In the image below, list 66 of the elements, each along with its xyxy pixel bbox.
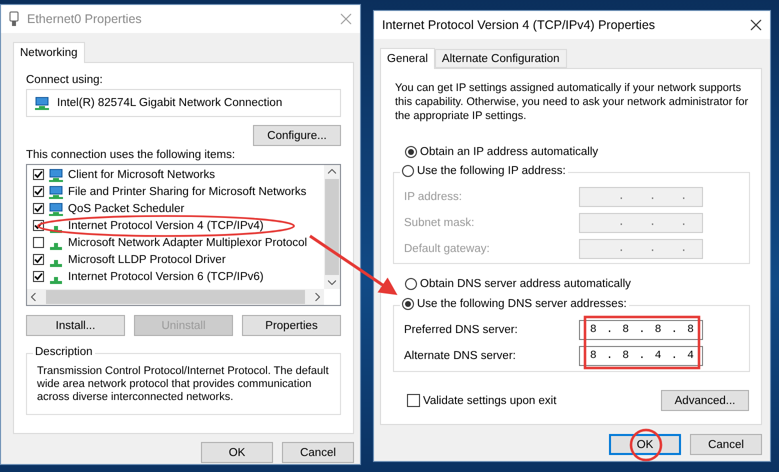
network-icon: [49, 186, 63, 199]
checkbox[interactable]: [407, 394, 420, 407]
close-icon[interactable]: [750, 19, 762, 31]
radio-button[interactable]: [405, 278, 417, 290]
description-title: Description: [35, 346, 93, 358]
configure-button[interactable]: Configure...: [253, 125, 341, 146]
tab[interactable]: Networking: [13, 42, 85, 63]
scroll-right-icon[interactable]: [315, 293, 320, 301]
radio-label: Obtain DNS server address automatically: [420, 278, 631, 290]
radio-button[interactable]: [402, 165, 414, 177]
network-icon: [49, 203, 63, 216]
protocol-icon: [50, 260, 62, 267]
dns-field[interactable]: 8 . 8 . 8 . 8: [579, 320, 703, 340]
tab[interactable]: General: [380, 48, 435, 69]
protocol-icon: [50, 243, 62, 250]
list-item[interactable]: QoS Packet Scheduler: [68, 202, 184, 214]
field-label: IP address:: [404, 191, 462, 203]
protocol-icon: [50, 226, 62, 233]
list-item[interactable]: Microsoft Network Adapter Multiplexor Protocol: [68, 236, 308, 248]
item-button[interactable]: Install...: [26, 315, 125, 336]
radio-label: Obtain an IP address automatically: [420, 146, 598, 158]
window-title: Internet Protocol Version 4 (TCP/IPv4) Properties: [382, 18, 656, 32]
field-label: Preferred DNS server:: [404, 324, 518, 336]
scroll-down-icon[interactable]: [328, 280, 336, 285]
list-item[interactable]: Internet Protocol Version 6 (TCP/IPv6): [68, 270, 264, 282]
radio-label: Use the following IP address:: [417, 165, 566, 177]
description-text: Transmission Control Protocol/Internet Protocol. The default wide area network protocol that provides communication across diverse interconnected networks.: [37, 365, 329, 404]
window-title: Ethernet0 Properties: [27, 12, 143, 26]
checkbox-label: Validate settings upon exit: [423, 394, 556, 406]
protocol-icon: [50, 277, 62, 284]
checkbox[interactable]: [33, 254, 44, 265]
intro-text: You can get IP settings assigned automatically if your network supports this capability. Otherwise, you need to ask your network administrator for the appropriate IP settings.: [395, 81, 750, 123]
dialog-button[interactable]: Cancel: [690, 434, 762, 455]
radio-label: Use the following DNS server addresses:: [417, 298, 627, 310]
adapter-name: Intel(R) 82574L Gigabit Network Connection: [57, 97, 282, 109]
checkbox[interactable]: [33, 237, 44, 248]
radio-button[interactable]: [402, 298, 414, 310]
list-item[interactable]: File and Printer Sharing for Microsoft Networks: [68, 186, 306, 198]
field-label: Alternate DNS server:: [404, 350, 516, 362]
scroll-left-icon[interactable]: [31, 293, 36, 301]
network-icon: [49, 169, 63, 182]
field-label: Subnet mask:: [404, 217, 474, 229]
dialog-button[interactable]: OK: [609, 434, 681, 455]
field-label: Default gateway:: [404, 243, 490, 255]
checkbox[interactable]: [33, 169, 44, 180]
ethernet-icon: [9, 11, 19, 27]
checkbox[interactable]: [33, 271, 44, 282]
vertical-scrollbar[interactable]: [324, 165, 340, 289]
highlight-circle: [630, 428, 662, 462]
scroll-up-icon[interactable]: [328, 169, 336, 174]
item-button[interactable]: Properties: [242, 315, 341, 336]
list-item[interactable]: Internet Protocol Version 4 (TCP/IPv4): [68, 220, 264, 232]
dialog-button[interactable]: OK: [201, 442, 273, 463]
dns-field[interactable]: 8 . 8 . 4 . 4: [579, 346, 703, 366]
dialog-button[interactable]: Cancel: [282, 442, 354, 463]
list-item[interactable]: Client for Microsoft Networks: [68, 168, 215, 180]
checkbox[interactable]: [33, 186, 44, 197]
horizontal-scrollbar[interactable]: [27, 289, 324, 305]
items-label: This connection uses the following items:: [26, 149, 236, 161]
tab[interactable]: Alternate Configuration: [434, 49, 567, 68]
list-item[interactable]: Microsoft LLDP Protocol Driver: [68, 254, 226, 266]
network-icon: [35, 96, 49, 110]
checkbox[interactable]: [33, 203, 44, 214]
connect-using-label: Connect using:: [26, 74, 104, 86]
radio-button[interactable]: [405, 146, 417, 158]
advanced-button[interactable]: Advanced...: [661, 390, 749, 411]
